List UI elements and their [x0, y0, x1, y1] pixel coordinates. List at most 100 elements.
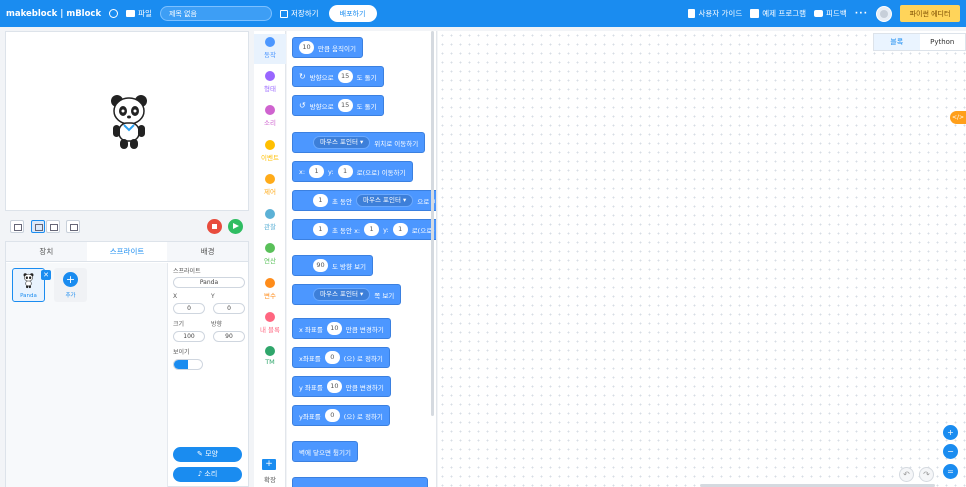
block-input[interactable]: 15: [337, 70, 353, 83]
block-categories: 동작 형태 소리 이벤트 제어 관찰 연산 변수 내 블록 TM + 확장: [254, 31, 286, 487]
category-looks[interactable]: 형태: [254, 71, 286, 93]
user-avatar[interactable]: [876, 5, 892, 22]
python-editor-button[interactable]: 파이썬 에디터: [900, 5, 960, 22]
block-text: 방향으로: [309, 73, 334, 82]
zoom-out-icon[interactable]: −: [943, 444, 958, 459]
examples-link[interactable]: 예제 프로그램: [750, 8, 806, 19]
category-sensing[interactable]: 관찰: [254, 209, 286, 231]
visibility-toggle[interactable]: [173, 359, 203, 370]
block-glide-to[interactable]: 1 초 동안 마우스 포인터 ▾ 으로 이동하기: [292, 190, 436, 211]
block-partial-cut-off[interactable]: [292, 477, 428, 487]
redo-icon[interactable]: ↷: [919, 467, 934, 482]
more-menu[interactable]: ···: [855, 9, 868, 19]
costume-button[interactable]: ✎ 모양: [173, 447, 242, 462]
category-dot-icon: [265, 312, 275, 322]
sprite-card-panda[interactable]: Panda ✕: [12, 268, 51, 302]
globe-icon[interactable]: [109, 9, 119, 18]
block-text: y:: [328, 167, 334, 176]
block-input[interactable]: 1: [313, 194, 328, 207]
tab-devices[interactable]: 장치: [6, 242, 87, 261]
category-variables[interactable]: 변수: [254, 278, 286, 300]
extension-plus-icon[interactable]: +: [262, 459, 276, 470]
zoom-in-icon[interactable]: +: [943, 425, 958, 440]
user-guide-link[interactable]: 사용자 가이드: [688, 8, 742, 19]
document-icon: [688, 9, 696, 18]
code-view-tab[interactable]: </>: [950, 111, 966, 124]
y-field[interactable]: 0: [213, 303, 245, 314]
fullscreen-icon[interactable]: [10, 220, 24, 233]
block-change-y[interactable]: y 좌표를 10 만큼 변경하기: [292, 376, 391, 397]
mode-python-tab[interactable]: Python: [920, 34, 966, 50]
large-stage-icon[interactable]: [46, 220, 60, 233]
category-operators[interactable]: 연산: [254, 243, 286, 265]
category-sound[interactable]: 소리: [254, 105, 286, 127]
delete-sprite-icon[interactable]: ✕: [41, 270, 51, 280]
add-sprite-button[interactable]: + 추가: [54, 268, 87, 302]
category-events[interactable]: 이벤트: [254, 140, 286, 162]
grid-view-icon[interactable]: [66, 220, 80, 233]
eye-off-icon[interactable]: [188, 360, 202, 369]
tab-backgrounds[interactable]: 배경: [167, 242, 249, 261]
block-text: y좌표를: [299, 412, 321, 421]
x-label: X: [173, 293, 178, 300]
panda-sprite-icon[interactable]: [109, 94, 149, 152]
block-turn-left[interactable]: ↺ 방향으로 15 도 돌기: [292, 95, 384, 116]
stage[interactable]: [5, 31, 249, 211]
block-dropdown[interactable]: 마우스 포인터 ▾: [313, 288, 371, 301]
category-tm[interactable]: TM: [254, 346, 286, 366]
sprite-name-field[interactable]: Panda: [173, 277, 245, 288]
project-title-input[interactable]: [159, 6, 272, 21]
block-dropdown[interactable]: 마우스 포인터 ▾: [313, 136, 371, 149]
block-goto[interactable]: 마우스 포인터 ▾ 위치로 이동하기: [292, 132, 426, 153]
block-input[interactable]: 90: [313, 259, 328, 272]
block-move-steps[interactable]: 10 만큼 움직이기: [292, 37, 363, 58]
mode-blocks-tab[interactable]: 블록: [874, 34, 920, 50]
publish-button[interactable]: 배포하기: [328, 5, 377, 22]
block-input[interactable]: 1: [313, 223, 328, 236]
undo-icon[interactable]: ↶: [899, 467, 914, 482]
block-input[interactable]: 10: [326, 380, 342, 393]
block-input[interactable]: 1: [337, 165, 353, 178]
small-stage-icon[interactable]: [31, 220, 45, 233]
tab-sprites[interactable]: 스프라이트: [86, 242, 168, 261]
block-goto-xy[interactable]: x: 1 y: 1 로(으로) 이동하기: [292, 161, 413, 182]
green-flag-button[interactable]: [228, 219, 243, 234]
block-input[interactable]: 1: [392, 223, 408, 236]
block-text: (으) 로 정하기: [343, 354, 383, 363]
category-label: 내 블록: [259, 326, 280, 334]
size-field[interactable]: 100: [173, 331, 205, 342]
palette-scrollbar[interactable]: [431, 31, 434, 416]
block-input[interactable]: 0: [324, 409, 340, 422]
block-set-y[interactable]: y좌표를 0 (으) 로 정하기: [292, 405, 390, 426]
block-glide-xy[interactable]: 1 초 동안 x: 1 y: 1 로(으로) 이동하기: [292, 219, 436, 240]
category-control[interactable]: 제어: [254, 174, 286, 196]
block-point-towards[interactable]: 마우스 포인터 ▾ 쪽 보기: [292, 284, 402, 305]
direction-field[interactable]: 90: [213, 331, 245, 342]
block-point-direction[interactable]: 90 도 방향 보기: [292, 255, 374, 276]
eye-icon[interactable]: [174, 360, 188, 369]
feedback-link[interactable]: 피드백: [814, 8, 847, 19]
block-input[interactable]: 15: [337, 99, 353, 112]
zoom-reset-icon[interactable]: =: [943, 464, 958, 479]
block-turn-right[interactable]: ↻ 방향으로 15 도 돌기: [292, 66, 384, 87]
block-input[interactable]: 10: [299, 41, 314, 54]
stop-button[interactable]: [207, 219, 222, 234]
block-bounce-edge[interactable]: 벽에 닿으면 튕기기: [292, 441, 358, 462]
sprite-list: Panda ✕ + 추가: [6, 263, 168, 487]
category-my-blocks[interactable]: 내 블록: [254, 312, 286, 334]
block-set-x[interactable]: x좌표를 0 (으) 로 정하기: [292, 347, 390, 368]
sound-button[interactable]: ♪ 소리: [173, 467, 242, 482]
block-input[interactable]: 10: [326, 322, 342, 335]
block-dropdown[interactable]: 마우스 포인터 ▾: [356, 194, 414, 207]
x-field[interactable]: 0: [173, 303, 205, 314]
block-text: 만큼 변경하기: [345, 325, 384, 334]
category-motion[interactable]: 동작: [254, 34, 286, 64]
save-menu[interactable]: 저장하기: [279, 8, 319, 19]
block-input[interactable]: 1: [309, 165, 325, 178]
block-input[interactable]: 1: [364, 223, 380, 236]
book-icon: [750, 9, 760, 18]
block-change-x[interactable]: x 좌표를 10 만큼 변경하기: [292, 318, 391, 339]
code-workspace[interactable]: 블록 Python </> + − = ↶ ↷: [438, 31, 966, 487]
block-input[interactable]: 0: [324, 351, 340, 364]
file-menu[interactable]: 파일: [126, 8, 152, 19]
